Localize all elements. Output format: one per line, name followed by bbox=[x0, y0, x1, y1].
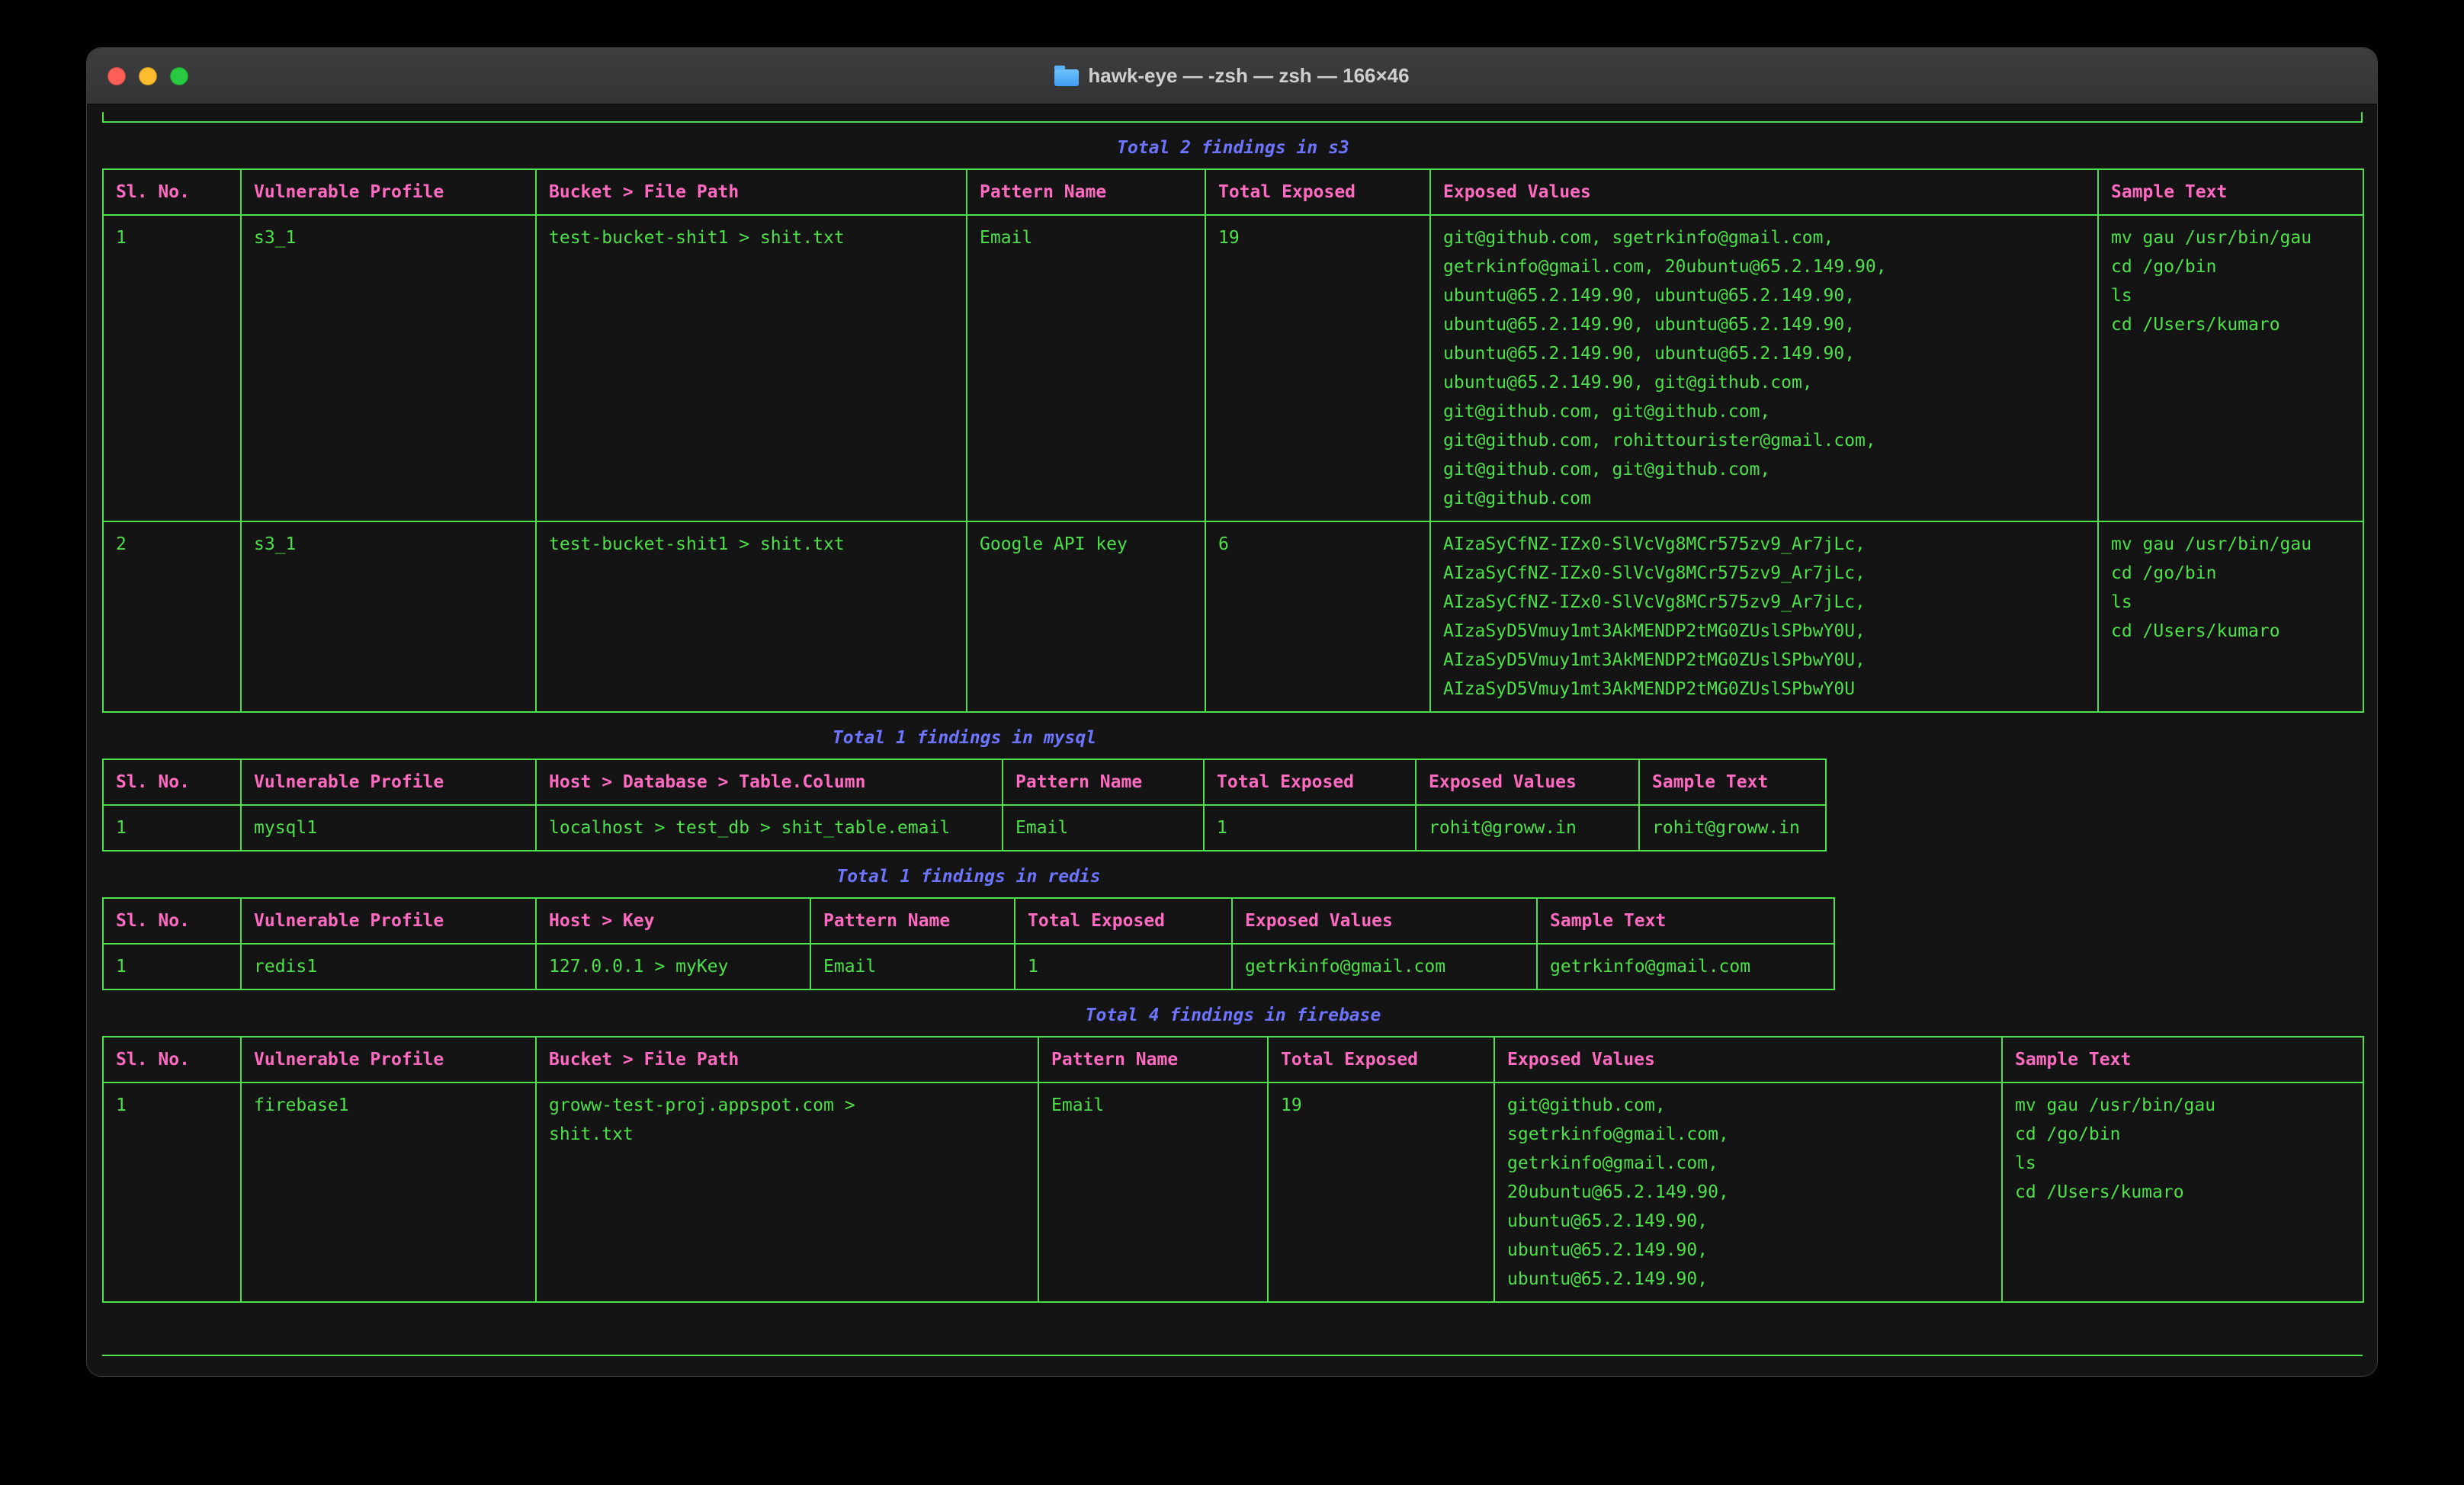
cell-sample-text: rohit@groww.in bbox=[1639, 805, 1826, 851]
table-row: 1 s3_1 test-bucket-shit1 > shit.txt Emai… bbox=[103, 215, 2363, 521]
cell-sl-no: 2 bbox=[103, 521, 241, 712]
terminal-bottom-mask bbox=[87, 1356, 2377, 1376]
terminal-window: hawk-eye — -zsh — zsh — 166×46 Total 2 f… bbox=[86, 47, 2378, 1377]
header-total-exposed: Total Exposed bbox=[1015, 898, 1232, 944]
findings-section-s3: Total 2 findings in s3 Sl. No. Vulnerabl… bbox=[102, 132, 2365, 713]
traffic-lights bbox=[87, 48, 188, 104]
minimize-button[interactable] bbox=[139, 67, 157, 85]
header-bucket-file-path: Bucket > File Path bbox=[536, 1037, 1038, 1082]
header-host-database-column: Host > Database > Table.Column bbox=[536, 759, 1003, 805]
cell-sample-text: getrkinfo@gmail.com bbox=[1537, 944, 1834, 989]
header-pattern-name: Pattern Name bbox=[1038, 1037, 1268, 1082]
header-sl-no: Sl. No. bbox=[103, 759, 241, 805]
header-sample-text: Sample Text bbox=[1639, 759, 1826, 805]
cell-vulnerable-profile: mysql1 bbox=[241, 805, 536, 851]
header-vulnerable-profile: Vulnerable Profile bbox=[241, 898, 536, 944]
header-row: Sl. No. Vulnerable Profile Host > Key Pa… bbox=[103, 898, 1834, 944]
cell-total-exposed: 1 bbox=[1204, 805, 1416, 851]
cell-sl-no: 1 bbox=[103, 215, 241, 521]
header-bucket-file-path: Bucket > File Path bbox=[536, 169, 967, 215]
findings-section-mysql: Total 1 findings in mysql Sl. No. Vulner… bbox=[102, 722, 2365, 852]
section-title-firebase: Total 4 findings in firebase bbox=[102, 1001, 2364, 1030]
cell-sl-no: 1 bbox=[103, 944, 241, 989]
clipped-table-border-line bbox=[102, 1355, 2363, 1356]
findings-table-firebase: Sl. No. Vulnerable Profile Bucket > File… bbox=[102, 1036, 2364, 1303]
header-row: Sl. No. Vulnerable Profile Host > Databa… bbox=[103, 759, 1826, 805]
table-row: 2 s3_1 test-bucket-shit1 > shit.txt Goog… bbox=[103, 521, 2363, 712]
cell-bucket-file-path: test-bucket-shit1 > shit.txt bbox=[536, 521, 967, 712]
section-title-redis: Total 1 findings in redis bbox=[102, 862, 1835, 891]
table-row: 1 mysql1 localhost > test_db > shit_tabl… bbox=[103, 805, 1826, 851]
cell-exposed-values: git@github.com, sgetrkinfo@gmail.com, ge… bbox=[1430, 215, 2098, 521]
window-title-text: hawk-eye — -zsh — zsh — 166×46 bbox=[1088, 64, 1409, 88]
cell-exposed-values: git@github.com, sgetrkinfo@gmail.com, ge… bbox=[1494, 1082, 2002, 1302]
cell-sample-text: mv gau /usr/bin/gau cd /go/bin ls cd /Us… bbox=[2098, 521, 2363, 712]
header-vulnerable-profile: Vulnerable Profile bbox=[241, 759, 536, 805]
cell-pattern-name: Email bbox=[967, 215, 1205, 521]
cell-vulnerable-profile: redis1 bbox=[241, 944, 536, 989]
header-sample-text: Sample Text bbox=[2098, 169, 2363, 215]
cell-bucket-file-path: groww-test-proj.appspot.com > shit.txt bbox=[536, 1082, 1038, 1302]
header-pattern-name: Pattern Name bbox=[810, 898, 1015, 944]
findings-table-s3: Sl. No. Vulnerable Profile Bucket > File… bbox=[102, 168, 2364, 713]
header-host-key: Host > Key bbox=[536, 898, 810, 944]
header-total-exposed: Total Exposed bbox=[1204, 759, 1416, 805]
folder-icon bbox=[1054, 69, 1079, 86]
table-row: 1 redis1 127.0.0.1 > myKey Email 1 getrk… bbox=[103, 944, 1834, 989]
header-exposed-values: Exposed Values bbox=[1416, 759, 1639, 805]
close-button[interactable] bbox=[107, 67, 126, 85]
cell-host-key: 127.0.0.1 > myKey bbox=[536, 944, 810, 989]
cell-sl-no: 1 bbox=[103, 805, 241, 851]
header-row: Sl. No. Vulnerable Profile Bucket > File… bbox=[103, 1037, 2363, 1082]
findings-section-redis: Total 1 findings in redis Sl. No. Vulner… bbox=[102, 861, 2365, 990]
cell-pattern-name: Email bbox=[1003, 805, 1204, 851]
header-sl-no: Sl. No. bbox=[103, 169, 241, 215]
zoom-button[interactable] bbox=[170, 67, 188, 85]
cell-sl-no: 1 bbox=[103, 1082, 241, 1302]
header-sample-text: Sample Text bbox=[1537, 898, 1834, 944]
header-total-exposed: Total Exposed bbox=[1205, 169, 1430, 215]
cell-exposed-values: rohit@groww.in bbox=[1416, 805, 1639, 851]
header-pattern-name: Pattern Name bbox=[967, 169, 1205, 215]
cell-vulnerable-profile: s3_1 bbox=[241, 215, 536, 521]
cell-sample-text: mv gau /usr/bin/gau cd /go/bin ls cd /Us… bbox=[2002, 1082, 2363, 1302]
cell-total-exposed: 6 bbox=[1205, 521, 1430, 712]
previous-table-bottom-border bbox=[102, 112, 2363, 123]
header-sl-no: Sl. No. bbox=[103, 898, 241, 944]
cell-vulnerable-profile: s3_1 bbox=[241, 521, 536, 712]
header-pattern-name: Pattern Name bbox=[1003, 759, 1204, 805]
section-title-s3: Total 2 findings in s3 bbox=[102, 133, 2364, 162]
cell-total-exposed: 19 bbox=[1268, 1082, 1494, 1302]
header-sample-text: Sample Text bbox=[2002, 1037, 2363, 1082]
cell-pattern-name: Email bbox=[810, 944, 1015, 989]
header-sl-no: Sl. No. bbox=[103, 1037, 241, 1082]
cell-sample-text: mv gau /usr/bin/gau cd /go/bin ls cd /Us… bbox=[2098, 215, 2363, 521]
cell-exposed-values: AIzaSyCfNZ-IZx0-SlVcVg8MCr575zv9_Ar7jLc,… bbox=[1430, 521, 2098, 712]
cell-bucket-file-path: test-bucket-shit1 > shit.txt bbox=[536, 215, 967, 521]
window-titlebar[interactable]: hawk-eye — -zsh — zsh — 166×46 bbox=[87, 48, 2377, 104]
section-title-mysql: Total 1 findings in mysql bbox=[102, 723, 1827, 752]
header-exposed-values: Exposed Values bbox=[1494, 1037, 2002, 1082]
header-vulnerable-profile: Vulnerable Profile bbox=[241, 1037, 536, 1082]
header-exposed-values: Exposed Values bbox=[1430, 169, 2098, 215]
findings-table-mysql: Sl. No. Vulnerable Profile Host > Databa… bbox=[102, 759, 1827, 852]
header-total-exposed: Total Exposed bbox=[1268, 1037, 1494, 1082]
cell-host-database-column: localhost > test_db > shit_table.email bbox=[536, 805, 1003, 851]
terminal-output[interactable]: Total 2 findings in s3 Sl. No. Vulnerabl… bbox=[87, 104, 2377, 1376]
cell-total-exposed: 1 bbox=[1015, 944, 1232, 989]
header-exposed-values: Exposed Values bbox=[1232, 898, 1537, 944]
cell-exposed-values: getrkinfo@gmail.com bbox=[1232, 944, 1537, 989]
findings-table-redis: Sl. No. Vulnerable Profile Host > Key Pa… bbox=[102, 897, 1835, 990]
window-title: hawk-eye — -zsh — zsh — 166×46 bbox=[87, 64, 2377, 88]
table-row: 1 firebase1 groww-test-proj.appspot.com … bbox=[103, 1082, 2363, 1302]
header-row: Sl. No. Vulnerable Profile Bucket > File… bbox=[103, 169, 2363, 215]
cell-total-exposed: 19 bbox=[1205, 215, 1430, 521]
cell-vulnerable-profile: firebase1 bbox=[241, 1082, 536, 1302]
cell-pattern-name: Email bbox=[1038, 1082, 1268, 1302]
cell-pattern-name: Google API key bbox=[967, 521, 1205, 712]
header-vulnerable-profile: Vulnerable Profile bbox=[241, 169, 536, 215]
findings-section-firebase: Total 4 findings in firebase Sl. No. Vul… bbox=[102, 999, 2365, 1303]
